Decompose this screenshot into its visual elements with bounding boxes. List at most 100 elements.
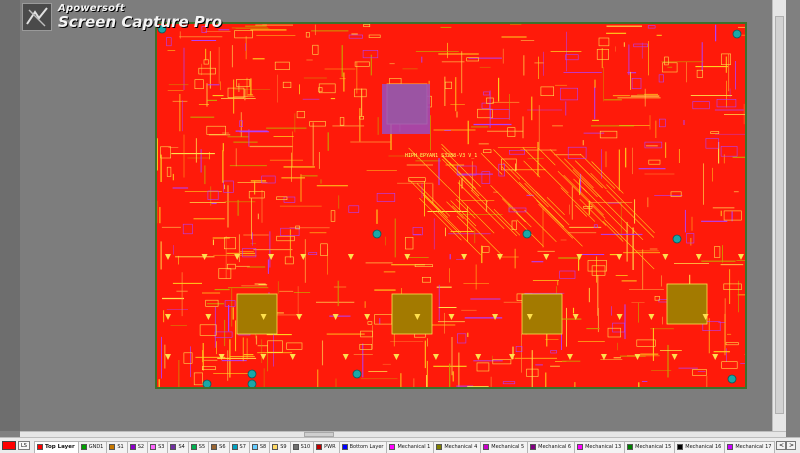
layer-tab-s2[interactable]: S2 xyxy=(126,440,149,453)
layer-tab-mechanical-6[interactable]: Mechanical 6 xyxy=(527,440,576,453)
layer-tab-s10[interactable]: S10 xyxy=(289,440,315,453)
pcb-component xyxy=(282,81,292,89)
layer-tab-mechanical-17[interactable]: Mechanical 17 xyxy=(724,440,776,453)
pcb-component xyxy=(550,350,557,354)
layer-color-swatch xyxy=(389,444,396,450)
pcb-component xyxy=(284,256,294,265)
pcb-trace xyxy=(538,147,556,166)
pcb-component xyxy=(502,381,516,385)
vertical-scrollbar[interactable] xyxy=(772,0,786,431)
layer-tab-s4[interactable]: S4 xyxy=(167,440,189,453)
pcb-component xyxy=(280,227,300,236)
pcb-component xyxy=(456,333,467,344)
pcb-component xyxy=(696,69,703,78)
layer-tab-mechanical-13[interactable]: Mechanical 13 xyxy=(574,440,626,453)
processor-chip xyxy=(382,84,430,134)
pcb-component xyxy=(234,30,253,39)
pad-marker xyxy=(165,254,171,260)
layer-tab-label: Mechanical 15 xyxy=(635,444,672,450)
pcb-component xyxy=(218,268,232,279)
current-layer-color-swatch[interactable] xyxy=(2,441,16,450)
layer-tab-s1[interactable]: S1 xyxy=(106,440,128,453)
pcb-component xyxy=(647,25,656,29)
pcb-trace xyxy=(452,205,503,256)
pcb-trace xyxy=(501,166,531,196)
bga-chip xyxy=(666,283,708,325)
layer-tab-next-button[interactable]: > xyxy=(786,441,797,450)
pcb-component xyxy=(483,149,492,153)
layer-tab-bottom-layer[interactable]: Bottom Layer xyxy=(338,440,388,453)
layer-color-swatch xyxy=(109,444,116,450)
pcb-component xyxy=(318,83,336,94)
layer-tab-s7[interactable]: S7 xyxy=(228,440,250,453)
pcb-component xyxy=(198,67,216,75)
layer-tab-label: S10 xyxy=(300,444,311,450)
pcb-component xyxy=(507,127,516,137)
pcb-board[interactable]: HIPH_EPYAN1 S3288-V3 V_1 xyxy=(155,22,747,389)
pad-marker xyxy=(600,354,607,360)
pcb-trace xyxy=(441,155,489,202)
pcb-trace xyxy=(457,182,505,230)
pad-marker xyxy=(432,354,439,360)
pcb-component xyxy=(591,265,606,276)
layer-tab-label: S7 xyxy=(239,444,246,450)
pcb-component xyxy=(710,131,720,134)
pcb-component xyxy=(508,150,525,155)
layer-tab-label: Bottom Layer xyxy=(349,444,384,450)
layer-tab-gnd1[interactable]: GND1 xyxy=(77,440,108,453)
pcb-trace xyxy=(546,197,565,216)
pcb-component xyxy=(330,210,336,222)
layer-tab-mechanical-15[interactable]: Mechanical 15 xyxy=(624,440,676,453)
pcb-trace xyxy=(422,194,462,233)
pcb-component xyxy=(490,109,510,119)
layer-color-swatch xyxy=(190,444,197,450)
pcb-component xyxy=(308,252,318,256)
pcb-component xyxy=(354,88,367,98)
pcb-trace xyxy=(549,149,598,198)
pad-marker xyxy=(616,254,623,260)
layer-tab-mechanical-5[interactable]: Mechanical 5 xyxy=(480,440,529,453)
layer-tab-prev-button[interactable]: < xyxy=(776,441,787,450)
pcb-trace xyxy=(516,172,546,202)
mounting-hole xyxy=(522,229,532,239)
layer-tab-mechanical-4[interactable]: Mechanical 4 xyxy=(433,440,482,453)
layer-color-swatch xyxy=(436,444,443,450)
pcb-component xyxy=(309,121,326,127)
pcb-component xyxy=(723,210,742,221)
layer-tab-s5[interactable]: S5 xyxy=(187,440,210,453)
pcb-component xyxy=(725,342,739,346)
layer-tab-mechanical-1[interactable]: Mechanical 1 xyxy=(386,440,435,453)
layer-tab-mechanical-16[interactable]: Mechanical 16 xyxy=(674,440,726,453)
layer-set-button[interactable]: LS xyxy=(18,441,30,450)
layer-tab-s3[interactable]: S3 xyxy=(147,440,169,453)
pad-marker xyxy=(393,354,400,360)
pad-marker xyxy=(737,254,744,260)
pcb-component xyxy=(339,117,345,126)
layer-color-swatch xyxy=(36,444,43,450)
pcb-component xyxy=(320,243,328,257)
pcb-component xyxy=(227,263,236,270)
pad-marker xyxy=(662,254,669,260)
pcb-component xyxy=(421,277,431,283)
pcb-component xyxy=(664,56,669,66)
vertical-scroll-thumb[interactable] xyxy=(775,16,784,414)
pcb-component xyxy=(194,79,204,90)
board-silkscreen-label: HIPH_EPYAN1 S3288-V3 V_1 xyxy=(405,153,477,159)
layer-tab-s6[interactable]: S6 xyxy=(208,440,230,453)
pcb-component xyxy=(363,24,371,28)
pad-marker xyxy=(576,254,583,260)
pcb-component xyxy=(274,61,290,70)
apowersoft-logo-icon xyxy=(22,3,52,31)
layer-tab-pwr[interactable]: PWR xyxy=(313,440,340,453)
layer-tab-s8[interactable]: S8 xyxy=(248,440,271,453)
pcb-trace xyxy=(518,181,565,228)
layer-color-swatch xyxy=(677,444,684,450)
pcb-component xyxy=(481,102,490,109)
pcb-component xyxy=(224,300,236,307)
pcb-trace xyxy=(538,203,574,239)
layer-color-swatch xyxy=(170,444,177,450)
layer-tab-top-layer[interactable]: Top Layer xyxy=(33,440,79,453)
pcb-component xyxy=(612,322,625,333)
mounting-hole xyxy=(727,374,737,384)
layer-tab-s9[interactable]: S9 xyxy=(269,440,291,453)
